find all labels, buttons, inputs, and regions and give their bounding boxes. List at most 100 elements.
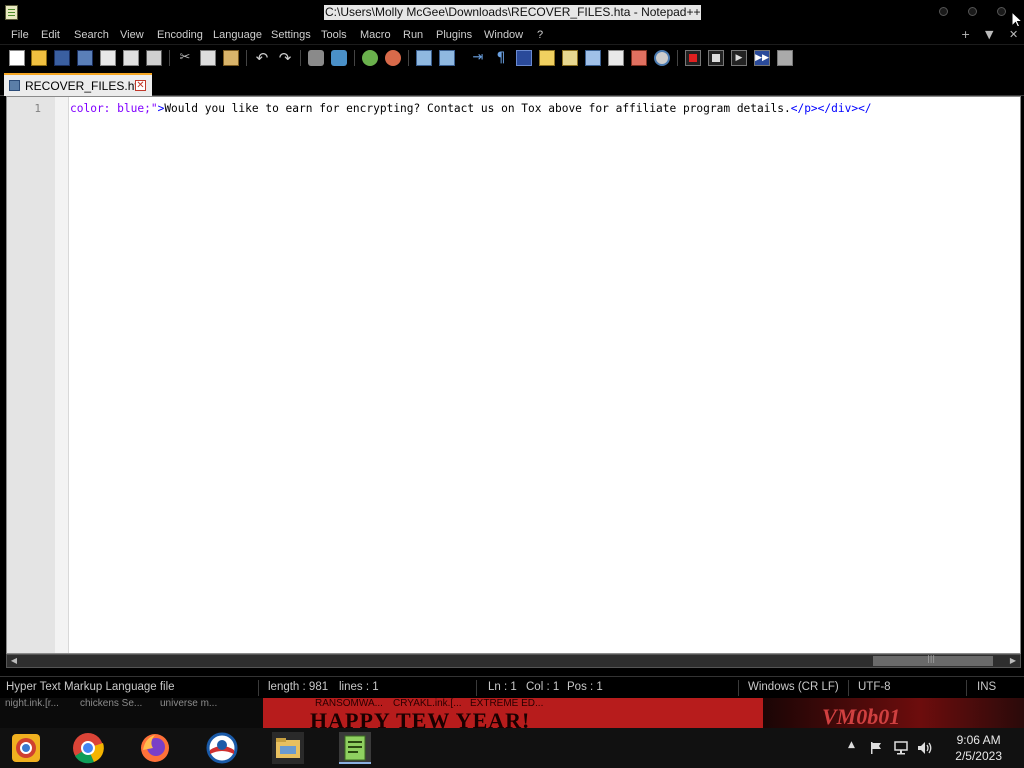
word-wrap-icon[interactable]: ⇥: [470, 50, 486, 66]
horizontal-scrollbar[interactable]: ◀ ||| ▶: [6, 654, 1021, 668]
status-eol-format: Windows (CR LF): [748, 681, 839, 693]
attribute-value: color: blue;": [70, 102, 158, 115]
wallpaper-tag: VM0b01: [822, 704, 901, 728]
scrollbar-thumb[interactable]: |||: [873, 654, 993, 666]
tab-label: RECOVER_FILES.hta: [25, 79, 145, 93]
document-icon: [9, 80, 20, 91]
playback-macro-icon[interactable]: ▶: [731, 50, 747, 66]
chrome-icon[interactable]: [72, 732, 104, 764]
toolbar-divider: [408, 50, 409, 66]
firefox-icon[interactable]: [139, 732, 171, 764]
replace-icon[interactable]: [331, 50, 347, 66]
menu-encoding[interactable]: Encoding: [157, 28, 203, 42]
notepad-plus-plus-taskbar-icon[interactable]: [339, 732, 371, 764]
zoom-out-icon[interactable]: [385, 50, 401, 66]
menu-window[interactable]: Window: [484, 28, 523, 42]
menu-help[interactable]: ?: [537, 28, 543, 42]
function-list-icon[interactable]: [608, 50, 624, 66]
scroll-left-arrow-icon[interactable]: ◀: [9, 656, 19, 666]
menu-edit[interactable]: Edit: [41, 28, 60, 42]
add-tab-button[interactable]: +: [961, 27, 970, 43]
outlook-icon[interactable]: [206, 732, 238, 764]
toolbar-divider: [354, 50, 355, 66]
open-file-icon[interactable]: [31, 50, 47, 66]
notepad-plus-plus-icon[interactable]: [5, 5, 18, 20]
user-defined-language-icon[interactable]: [539, 50, 555, 66]
chrome-canary-icon[interactable]: [10, 732, 42, 764]
save-macro-icon[interactable]: [777, 50, 793, 66]
save-icon[interactable]: [54, 50, 70, 66]
stop-recording-icon[interactable]: [708, 50, 724, 66]
status-bar: Hyper Text Markup Language file length :…: [0, 676, 1024, 698]
status-insert-mode: INS: [977, 681, 997, 693]
new-file-icon[interactable]: [9, 50, 25, 66]
tab-bar: RECOVER_FILES.hta ✕: [0, 70, 1024, 96]
status-divider: [848, 680, 849, 696]
folder-as-workspace-icon[interactable]: [631, 50, 647, 66]
show-hidden-icons-icon[interactable]: ▲: [848, 740, 855, 750]
close-file-icon[interactable]: [100, 50, 116, 66]
paste-icon[interactable]: [223, 50, 239, 66]
find-icon[interactable]: [308, 50, 324, 66]
action-center-flag-icon[interactable]: [869, 741, 883, 755]
cut-icon[interactable]: ✂: [177, 50, 193, 66]
wallpaper-headline: HAPPY TEW YEAR!: [310, 708, 531, 728]
line-number-gutter: 1: [7, 97, 55, 653]
network-icon[interactable]: [893, 741, 909, 755]
file-explorer-icon[interactable]: [272, 732, 304, 764]
clock-date: 2/5/2023: [955, 749, 1002, 763]
tab-list-dropdown[interactable]: ▼: [985, 27, 993, 43]
save-all-icon[interactable]: [77, 50, 93, 66]
status-length: length : 981: [268, 681, 329, 693]
menu-file[interactable]: File: [11, 28, 29, 42]
monitoring-icon[interactable]: [654, 50, 670, 66]
desktop-file-label[interactable]: night.ink.[r...: [5, 698, 59, 709]
run-macro-multiple-icon[interactable]: ▶▶: [754, 50, 770, 66]
sync-horizontal-icon[interactable]: [439, 50, 455, 66]
desktop-file-label[interactable]: universe m...: [160, 698, 217, 709]
tab-close-icon[interactable]: ✕: [135, 80, 146, 91]
toolbar-divider: [677, 50, 678, 66]
document-list-icon[interactable]: [585, 50, 601, 66]
document-map-icon[interactable]: [562, 50, 578, 66]
show-all-characters-icon[interactable]: ¶: [493, 50, 509, 66]
undo-icon[interactable]: ↶: [254, 50, 270, 66]
menu-bar: File Edit Search View Encoding Language …: [0, 26, 1024, 44]
status-column: Col : 1: [526, 681, 560, 693]
copy-icon[interactable]: [200, 50, 216, 66]
window-title: C:\Users\Molly McGee\Downloads\RECOVER_F…: [324, 5, 702, 20]
toolbar-divider: [300, 50, 301, 66]
closing-tags: </p></div></: [790, 102, 872, 115]
redo-icon[interactable]: ↷: [277, 50, 293, 66]
menu-language[interactable]: Language: [213, 28, 262, 42]
menu-tools[interactable]: Tools: [321, 28, 347, 42]
menu-settings[interactable]: Settings: [271, 28, 311, 42]
menu-plugins[interactable]: Plugins: [436, 28, 472, 42]
sync-vertical-icon[interactable]: [416, 50, 432, 66]
scroll-right-arrow-icon[interactable]: ▶: [1008, 656, 1018, 666]
print-icon[interactable]: [146, 50, 162, 66]
code-line[interactable]: color: blue;">Would you like to earn for…: [70, 102, 872, 115]
menu-run[interactable]: Run: [403, 28, 423, 42]
minimize-button[interactable]: [939, 7, 948, 16]
editor-area[interactable]: 1 color: blue;">Would you like to earn f…: [6, 96, 1021, 654]
indent-guide-icon[interactable]: [516, 50, 532, 66]
close-all-icon[interactable]: [123, 50, 139, 66]
record-macro-icon[interactable]: [685, 50, 701, 66]
maximize-button[interactable]: [968, 7, 977, 16]
toolbar-divider: [246, 50, 247, 66]
close-window-button[interactable]: [997, 7, 1006, 16]
menu-view[interactable]: View: [120, 28, 144, 42]
fold-margin[interactable]: [55, 97, 69, 653]
desktop-file-label[interactable]: chickens Se...: [80, 698, 142, 709]
close-tab-button[interactable]: ✕: [1009, 27, 1018, 43]
menu-search[interactable]: Search: [74, 28, 109, 42]
toolbar-divider: [169, 50, 170, 66]
zoom-in-icon[interactable]: [362, 50, 378, 66]
clock[interactable]: 9:06 AM 2/5/2023: [955, 732, 1002, 764]
volume-icon[interactable]: [917, 741, 933, 755]
menu-macro[interactable]: Macro: [360, 28, 391, 42]
status-file-type: Hyper Text Markup Language file: [6, 681, 175, 693]
status-divider: [966, 680, 967, 696]
tab-recover-files[interactable]: RECOVER_FILES.hta ✕: [4, 73, 152, 96]
